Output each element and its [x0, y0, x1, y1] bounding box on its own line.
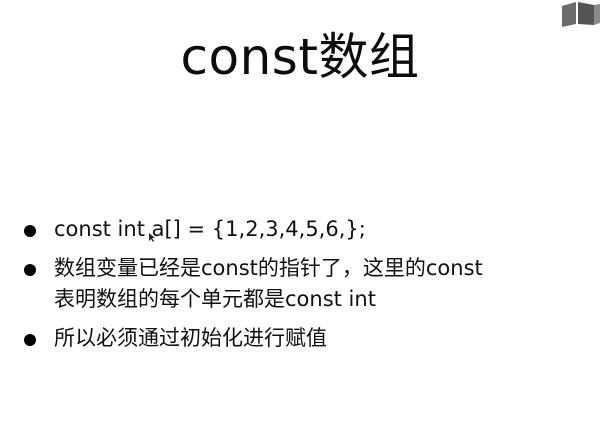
- bullet-list: const int a[] = {1,2,3,4,5,6,}; 数组变量已经是c…: [22, 214, 592, 362]
- slide: const数组 const int a[] = {1,2,3,4,5,6,}; …: [0, 0, 600, 428]
- bullet-dot-icon: [24, 334, 36, 346]
- slide-title: const数组: [180, 28, 420, 86]
- bullet-text: 所以必须通过初始化进行赋值: [54, 326, 327, 350]
- bullet-dot-icon: [24, 225, 36, 237]
- bullet-dot-icon: [24, 264, 36, 276]
- bullet-item: const int a[] = {1,2,3,4,5,6,};: [22, 214, 592, 245]
- mouse-cursor-icon: [149, 233, 155, 242]
- bullet-item: 所以必须通过初始化进行赋值: [22, 323, 592, 354]
- bullet-text: const int a[] = {1,2,3,4,5,6,};: [54, 217, 366, 241]
- bullet-item: 数组变量已经是const的指针了，这里的const 表明数组的每个单元都是con…: [22, 253, 592, 315]
- bullet-text: 数组变量已经是const的指针了，这里的const 表明数组的每个单元都是con…: [54, 256, 483, 311]
